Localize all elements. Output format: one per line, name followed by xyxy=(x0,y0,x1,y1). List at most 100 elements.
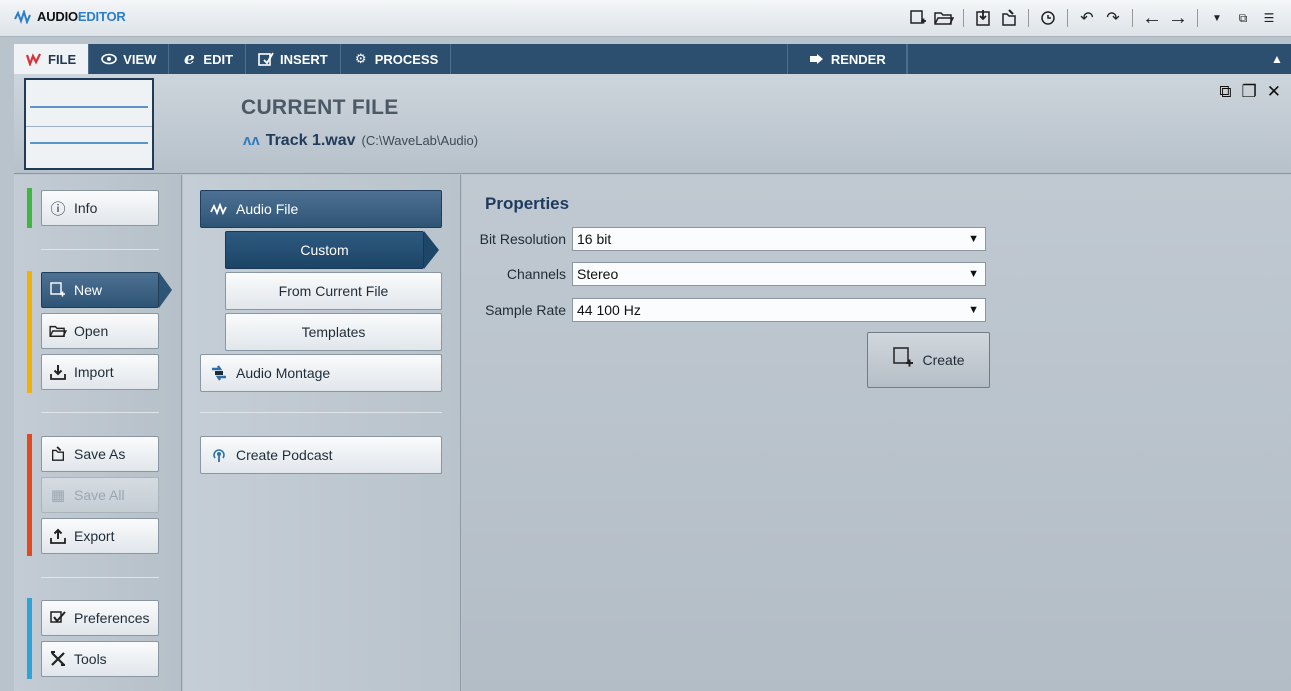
waveform-channel-1 xyxy=(30,106,148,108)
tab-file[interactable]: FILE xyxy=(14,44,90,74)
open-button[interactable]: Open xyxy=(41,313,159,349)
ribbon-spacer xyxy=(451,44,787,74)
new-file-icon xyxy=(48,282,68,298)
channels-label: Channels xyxy=(506,266,566,282)
tab-insert[interactable]: INSERT xyxy=(246,44,341,74)
import-icon xyxy=(48,364,68,380)
info-button[interactable]: ⓘ Info xyxy=(41,190,159,226)
import-label: Import xyxy=(74,364,114,380)
tab-view[interactable]: VIEW xyxy=(89,44,170,74)
waveform-channel-2 xyxy=(30,142,148,144)
file-name: Track 1.wav xyxy=(265,132,356,149)
open-folder-icon xyxy=(48,324,68,338)
from-current-file-label: From Current File xyxy=(278,283,389,299)
sidebar-divider xyxy=(41,577,159,578)
bit-resolution-select[interactable]: 16 bit ▼ xyxy=(572,227,986,251)
sample-rate-value: 44 100 Hz xyxy=(577,302,641,318)
restore-window-icon[interactable]: ⧉ xyxy=(1233,8,1253,28)
float-window-icon[interactable]: ⧉ xyxy=(1219,82,1231,102)
new-button[interactable]: New xyxy=(41,272,172,308)
export-icon xyxy=(48,528,68,544)
bit-resolution-value: 16 bit xyxy=(577,231,612,247)
create-podcast-label: Create Podcast xyxy=(236,447,333,463)
audio-montage-button[interactable]: Audio Montage xyxy=(200,354,442,392)
gears-icon: ⚙ xyxy=(354,51,367,66)
title-bar: AUDIO EDITOR ↶ ↷ ← → ▼ ⧉ ☰ xyxy=(0,0,1291,37)
save-as-icon xyxy=(48,446,68,462)
page-title: CURRENT FILE xyxy=(241,96,399,119)
toolbar-separator xyxy=(963,9,964,27)
tab-process-label: PROCESS xyxy=(374,51,439,67)
templates-button[interactable]: Templates xyxy=(225,313,442,351)
ribbon-collapse-icon[interactable]: ▲ xyxy=(1263,44,1291,74)
save-as-button[interactable]: Save As xyxy=(41,436,159,472)
create-button[interactable]: Create xyxy=(867,332,990,388)
tab-insert-label: INSERT xyxy=(280,51,328,67)
redo-icon[interactable]: ↷ xyxy=(1103,8,1123,28)
undo-icon[interactable]: ↶ xyxy=(1077,8,1097,28)
current-file-info: ᴧᴧ Track 1.wav (C:\WaveLab\Audio) xyxy=(243,132,478,150)
new-label: New xyxy=(74,282,103,298)
sample-rate-select[interactable]: 44 100 Hz ▼ xyxy=(572,298,986,322)
tools-label: Tools xyxy=(74,651,107,667)
ribbon-fill xyxy=(907,44,1263,74)
open-folder-icon[interactable] xyxy=(934,8,954,28)
forward-arrow-icon[interactable]: → xyxy=(1168,7,1188,29)
sample-rate-label: Sample Rate xyxy=(485,302,566,318)
app-title: AUDIO EDITOR xyxy=(14,9,126,24)
properties-title: Properties xyxy=(485,194,570,213)
tab-edit[interactable]: e EDIT xyxy=(169,44,247,74)
channels-select[interactable]: Stereo ▼ xyxy=(572,262,986,286)
close-icon[interactable]: ✕ xyxy=(1267,82,1281,102)
current-file-header: CURRENT FILE ᴧᴧ Track 1.wav (C:\WaveLab\… xyxy=(14,74,1291,174)
ribbon-tab-bar: FILE VIEW e EDIT INSERT ⚙ PROCESS RENDER… xyxy=(14,44,1291,74)
file-nav-sidebar: ⓘ Info New Open Import Save As ▦ Save Al… xyxy=(14,175,182,691)
app-title-part2: EDITOR xyxy=(77,9,126,24)
bit-resolution-label: Bit Resolution xyxy=(479,231,566,247)
custom-button[interactable]: Custom xyxy=(225,231,439,269)
tools-icon xyxy=(48,651,68,667)
chevron-down-icon: ▼ xyxy=(968,268,979,280)
eye-icon xyxy=(101,53,117,65)
toolbar-separator xyxy=(1067,9,1068,27)
new-file-icon[interactable] xyxy=(908,8,928,28)
sidebar-divider xyxy=(41,412,159,413)
from-current-file-button[interactable]: From Current File xyxy=(225,272,442,310)
menu-icon[interactable]: ☰ xyxy=(1259,8,1279,28)
preferences-button[interactable]: Preferences xyxy=(41,600,159,636)
save-as-label: Save As xyxy=(74,446,126,462)
panel-window-controls: ⧉ ❐ ✕ xyxy=(1219,82,1281,102)
tab-render-label: RENDER xyxy=(830,51,886,67)
maximize-window-icon[interactable]: ❐ xyxy=(1242,82,1257,102)
channels-row: Channels Stereo ▼ xyxy=(462,262,986,286)
import-button[interactable]: Import xyxy=(41,354,159,390)
info-icon: ⓘ xyxy=(50,200,66,218)
red-group-indicator xyxy=(27,434,32,556)
save-all-button[interactable]: ▦ Save All xyxy=(41,477,159,513)
back-arrow-icon[interactable]: ← xyxy=(1142,7,1162,29)
tab-view-label: VIEW xyxy=(123,51,157,67)
bit-resolution-row: Bit Resolution 16 bit ▼ xyxy=(462,227,986,251)
tab-file-label: FILE xyxy=(48,51,77,67)
save-as-icon[interactable] xyxy=(999,8,1019,28)
import-icon[interactable] xyxy=(973,8,993,28)
tab-render[interactable]: RENDER xyxy=(787,44,908,74)
open-label: Open xyxy=(74,323,109,339)
custom-label: Custom xyxy=(300,242,349,258)
dropdown-icon[interactable]: ▼ xyxy=(1207,8,1227,28)
audio-wave-icon: ᴧᴧ xyxy=(243,132,260,149)
create-podcast-button[interactable]: Create Podcast xyxy=(200,436,442,474)
edit-e-icon: e xyxy=(183,49,195,69)
green-group-indicator xyxy=(27,188,32,228)
panel-divider xyxy=(200,412,442,413)
insert-icon xyxy=(258,52,274,66)
export-button[interactable]: Export xyxy=(41,518,159,554)
info-label: Info xyxy=(74,200,98,216)
tab-process[interactable]: ⚙ PROCESS xyxy=(341,44,452,74)
podcast-icon xyxy=(209,447,229,463)
waveform-thumbnail[interactable] xyxy=(24,78,154,170)
history-icon[interactable] xyxy=(1038,8,1058,28)
tools-button[interactable]: Tools xyxy=(41,641,159,677)
chevron-down-icon: ▼ xyxy=(968,233,979,245)
audio-file-button[interactable]: Audio File xyxy=(200,190,442,228)
